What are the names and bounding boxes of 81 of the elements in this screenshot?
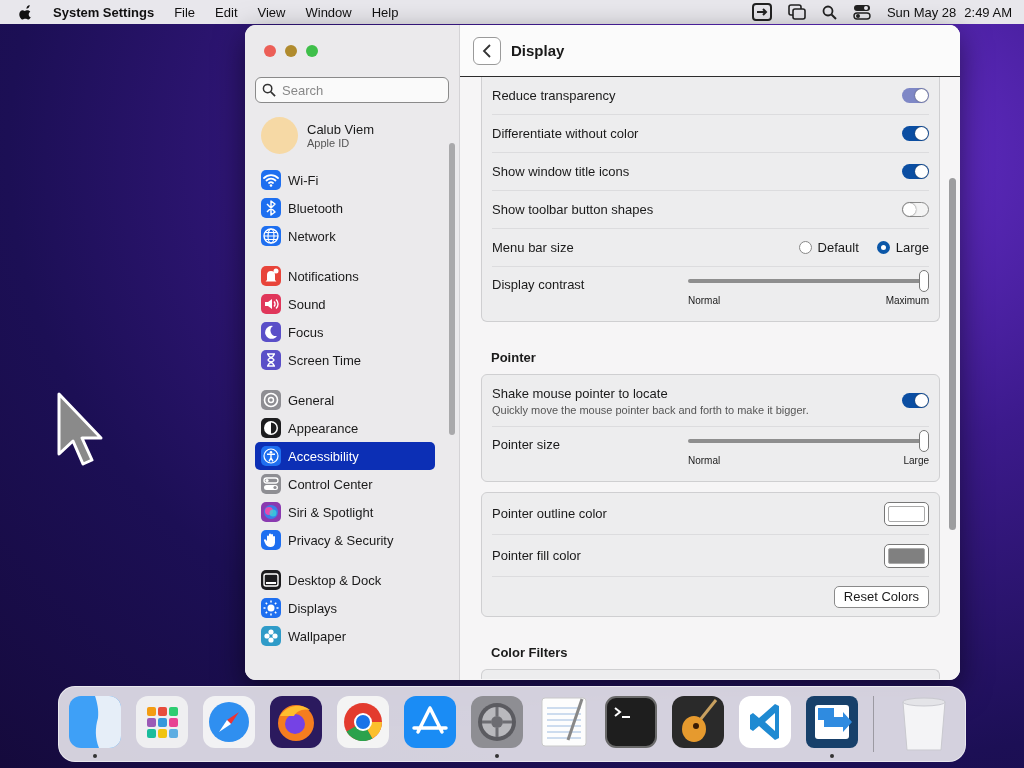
terminal-icon[interactable] bbox=[605, 696, 657, 748]
scrollbar-thumb[interactable] bbox=[449, 143, 455, 435]
grid-icon[interactable] bbox=[136, 696, 188, 748]
setting-label: Pointer outline color bbox=[492, 506, 607, 521]
sidebar-item[interactable]: General bbox=[255, 386, 435, 414]
menu-item[interactable]: View bbox=[247, 4, 296, 20]
slider[interactable] bbox=[688, 430, 929, 452]
section-heading: Color Filters bbox=[491, 645, 569, 660]
radio-label[interactable]: Default bbox=[817, 240, 859, 255]
sidebar-item[interactable]: Desktop & Dock bbox=[255, 566, 435, 594]
scrollbar-thumb[interactable] bbox=[949, 178, 956, 530]
apple-logo-icon[interactable] bbox=[19, 4, 33, 20]
search-icon bbox=[262, 83, 276, 97]
account-name[interactable]: Calub Viem bbox=[307, 122, 374, 137]
menu-bar-time[interactable]: 2:49 AM bbox=[964, 4, 1012, 20]
toggle-switch[interactable] bbox=[902, 393, 929, 408]
slider-max-label: Maximum bbox=[885, 295, 929, 306]
menu-item[interactable]: Help bbox=[361, 4, 409, 20]
ring-icon[interactable] bbox=[337, 696, 389, 748]
overlapping-windows-icon[interactable] bbox=[787, 4, 806, 20]
sidebar-item[interactable]: Bluetooth bbox=[255, 194, 435, 222]
ribbon-icon[interactable] bbox=[739, 696, 791, 748]
setting-label: Shake mouse pointer to locate bbox=[492, 385, 668, 401]
sidebar-item[interactable]: Wallpaper bbox=[255, 622, 435, 650]
slider[interactable] bbox=[688, 270, 929, 292]
minimize-button[interactable] bbox=[285, 45, 297, 57]
sidebar-item[interactable]: Screen Time bbox=[255, 346, 435, 374]
close-button[interactable] bbox=[264, 45, 276, 57]
sidebar-item[interactable]: Displays bbox=[255, 594, 435, 622]
toggle-switch[interactable] bbox=[902, 164, 929, 179]
menu-item[interactable]: File bbox=[164, 4, 206, 20]
slider-min-label: Normal bbox=[688, 455, 721, 466]
search-icon[interactable] bbox=[821, 4, 837, 20]
setting-description: Quickly move the mouse pointer back and forth to make it bigger. bbox=[492, 403, 809, 416]
globe-icon[interactable] bbox=[270, 696, 322, 748]
sidebar-item[interactable]: Wi-Fi bbox=[255, 166, 435, 194]
sidebar-item[interactable]: Siri & Spotlight bbox=[255, 498, 435, 526]
slider-thumb[interactable] bbox=[919, 430, 929, 452]
pane-title: Display bbox=[511, 42, 565, 59]
menu-item[interactable]: System Settings bbox=[43, 4, 165, 20]
sidebar-item[interactable]: Sound bbox=[255, 290, 435, 318]
menu-bar-date[interactable]: Sun May 28 bbox=[886, 4, 957, 20]
compass-icon[interactable] bbox=[203, 696, 255, 748]
back-button[interactable] bbox=[473, 36, 501, 65]
account-subtitle: Apple ID bbox=[307, 137, 351, 149]
sidebar-item[interactable]: Control Center bbox=[255, 470, 435, 498]
pointer-icon bbox=[56, 392, 104, 466]
menu-item[interactable]: Window bbox=[295, 4, 362, 20]
tools-icon[interactable] bbox=[404, 696, 456, 748]
setting-label: Display contrast bbox=[492, 277, 585, 292]
split-tile-icon[interactable] bbox=[69, 696, 121, 748]
reset-colors-button[interactable]: Reset Colors bbox=[833, 585, 929, 608]
radio-button[interactable] bbox=[798, 241, 812, 254]
setting-label: Pointer fill color bbox=[492, 548, 581, 563]
search-field[interactable]: Search bbox=[255, 77, 449, 103]
toggle-switch[interactable] bbox=[902, 202, 929, 217]
notepad-icon[interactable] bbox=[538, 696, 590, 748]
gear-icon[interactable] bbox=[471, 696, 523, 748]
sidebar-item[interactable]: Appearance bbox=[255, 414, 435, 442]
sidebar-item[interactable]: Accessibility bbox=[255, 442, 435, 470]
slider-thumb[interactable] bbox=[919, 270, 929, 292]
radio-button[interactable] bbox=[876, 241, 890, 254]
radio-label[interactable]: Large bbox=[895, 240, 929, 255]
setting-label: Differentiate without color bbox=[492, 126, 639, 141]
sidebar-item[interactable]: Privacy & Security bbox=[255, 526, 435, 554]
sidebar-item[interactable]: Focus bbox=[255, 318, 435, 346]
setting-label: Show toolbar button shapes bbox=[492, 202, 654, 217]
slider-min-label: Normal bbox=[688, 295, 721, 306]
section-heading: Pointer bbox=[491, 350, 537, 365]
menu-item[interactable]: Edit bbox=[205, 4, 248, 20]
setting-label: Show window title icons bbox=[492, 164, 630, 179]
toggles-icon[interactable] bbox=[852, 4, 871, 20]
setting-label: Reduce transparency bbox=[492, 88, 616, 103]
toggle-switch[interactable] bbox=[902, 126, 929, 141]
setting-label: Pointer size bbox=[492, 437, 560, 452]
setting-label: Menu bar size bbox=[492, 240, 574, 255]
slider-max-label: Large bbox=[903, 455, 929, 466]
chevron-left-icon bbox=[482, 43, 492, 58]
sidebar-item[interactable]: Notifications bbox=[255, 262, 435, 290]
sidebar-item[interactable]: Network bbox=[255, 222, 435, 250]
guitar-icon[interactable] bbox=[672, 696, 724, 748]
